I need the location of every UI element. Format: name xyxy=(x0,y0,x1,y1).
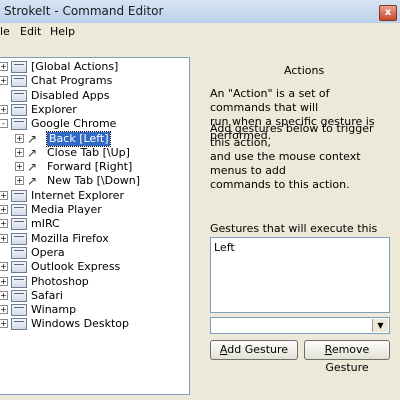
folder-icon xyxy=(11,275,27,288)
menu-edit[interactable]: Edit xyxy=(20,25,41,38)
expand-icon[interactable]: + xyxy=(0,290,8,300)
folder-icon xyxy=(11,61,27,73)
tree-item[interactable]: Disabled Apps xyxy=(0,89,189,103)
expand-icon[interactable]: + xyxy=(0,276,8,286)
folder-icon xyxy=(11,118,27,131)
tree-item[interactable]: + ↗ Forward [Right] xyxy=(0,160,189,174)
tree-item-label: [Global Actions] xyxy=(31,60,119,73)
tree-item-label: Back [Left] xyxy=(45,130,112,147)
dropdown-arrow-icon[interactable]: ▼ xyxy=(372,319,388,332)
tree-item-label: Opera xyxy=(31,245,65,259)
command-editor-window: StrokeIt - Command Editor x le Edit Help… xyxy=(0,0,400,400)
tree-item-label: Internet Explorer xyxy=(31,188,124,202)
expand-icon[interactable]: + xyxy=(0,262,8,272)
gesture-icon: ↗ xyxy=(27,174,38,189)
folder-icon xyxy=(11,232,27,245)
tree-item[interactable]: + Chat Programs xyxy=(0,74,189,88)
expand-icon[interactable]: + xyxy=(0,233,8,243)
tree-item-label: New Tab [\Down] xyxy=(47,174,141,188)
folder-icon xyxy=(11,289,27,302)
tree-item-label: Chat Programs xyxy=(31,74,113,88)
tree-item-label: Winamp xyxy=(31,303,77,317)
expand-icon[interactable]: + xyxy=(0,62,8,71)
folder-icon xyxy=(11,218,27,231)
folder-icon xyxy=(11,204,27,216)
tree-item[interactable]: - Google Chrome xyxy=(0,117,189,131)
expand-icon[interactable]: + xyxy=(0,319,8,329)
tree-item[interactable]: + ↗ Close Tab [\Up] xyxy=(0,146,189,160)
folder-icon xyxy=(11,89,27,102)
tree-item[interactable]: + Media Player xyxy=(0,203,189,217)
tree-item[interactable]: + Windows Desktop xyxy=(0,317,189,331)
remove-gesture-label: emove Gesture xyxy=(325,343,370,374)
menu-help[interactable]: Help xyxy=(50,25,75,38)
tree-item[interactable]: + Explorer xyxy=(0,103,189,117)
folder-icon xyxy=(11,103,27,116)
desc-line: An "Action" is a set of commands that wi… xyxy=(210,87,330,114)
tree-item-label: Photoshop xyxy=(31,274,89,288)
folder-icon xyxy=(11,304,27,317)
expand-icon[interactable]: + xyxy=(0,305,8,315)
tree-item-label: Google Chrome xyxy=(31,117,117,131)
tree-item[interactable]: + ↗ New Tab [\Down] xyxy=(0,174,189,188)
tree-item[interactable]: + mIRC xyxy=(0,217,189,231)
gesture-list-item[interactable]: Left xyxy=(214,241,235,254)
expand-icon[interactable]: + xyxy=(0,205,8,214)
tree-item-label: mIRC xyxy=(31,217,60,231)
tree-item-label: Disabled Apps xyxy=(31,88,110,102)
panel-title: Actions xyxy=(284,64,325,77)
folder-icon xyxy=(11,75,27,88)
expand-icon[interactable]: + xyxy=(0,190,8,200)
tree-item-label: Outlook Express xyxy=(31,260,121,274)
tree-item[interactable]: Opera xyxy=(0,246,189,260)
add-gesture-label: dd Gesture xyxy=(227,343,289,356)
menu-bar: le Edit Help xyxy=(0,23,400,42)
expand-icon[interactable]: + xyxy=(0,104,8,114)
expand-icon[interactable]: + xyxy=(0,219,8,229)
tree-item-label: Explorer xyxy=(31,102,77,116)
expand-icon[interactable]: + xyxy=(15,176,24,186)
tree-item[interactable]: + Mozilla Firefox xyxy=(0,232,189,246)
gesture-select[interactable]: ▼ xyxy=(210,317,390,334)
add-gesture-button[interactable]: Add Gesture xyxy=(210,340,298,360)
close-button[interactable]: x xyxy=(379,5,397,21)
collapse-icon[interactable]: - xyxy=(0,119,8,129)
tree-item-label: Mozilla Firefox xyxy=(31,231,109,245)
tree-item[interactable]: + Outlook Express xyxy=(0,260,189,274)
title-bar[interactable]: StrokeIt - Command Editor x xyxy=(0,0,400,24)
actions-description-2: Add gestures below to trigger this actio… xyxy=(210,122,390,192)
folder-icon xyxy=(11,246,27,259)
tree-item-label: Windows Desktop xyxy=(31,317,129,331)
expand-icon[interactable]: + xyxy=(15,133,24,143)
remove-gesture-button[interactable]: Remove Gesture xyxy=(304,340,390,374)
expand-icon[interactable]: + xyxy=(0,76,8,86)
desc-line: commands to this action. xyxy=(210,178,350,191)
tree-item[interactable]: + Internet Explorer xyxy=(0,189,189,203)
folder-icon xyxy=(11,318,27,331)
gestures-listbox[interactable]: Left xyxy=(210,237,390,313)
folder-icon xyxy=(11,189,27,202)
expand-icon[interactable]: + xyxy=(15,147,24,157)
window-title: StrokeIt - Command Editor xyxy=(4,4,164,18)
desc-line: Add gestures below to trigger this actio… xyxy=(210,122,374,149)
expand-icon[interactable]: + xyxy=(15,162,24,172)
action-tree[interactable]: + [Global Actions] + Chat Programs Disabled … xyxy=(0,57,190,395)
tree-item-label: Safari xyxy=(31,288,63,302)
tree-item[interactable]: + Safari xyxy=(0,289,189,303)
tree-item[interactable]: + [Global Actions] xyxy=(0,60,189,74)
tree-item-label: Close Tab [\Up] xyxy=(47,145,130,159)
gesture-icon: ↗ xyxy=(27,160,38,175)
tree-item[interactable]: + ↗ Back [Left] xyxy=(0,130,189,147)
remove-gesture-mnemonic: R xyxy=(324,343,332,356)
gesture-icon: ↗ xyxy=(27,131,38,146)
gesture-icon: ↗ xyxy=(27,145,38,160)
tree-item-label: Media Player xyxy=(31,203,102,216)
tree-item-label: Forward [Right] xyxy=(47,160,133,174)
menu-file[interactable]: le xyxy=(0,25,10,38)
folder-icon xyxy=(11,261,27,274)
tree-item[interactable]: + Photoshop xyxy=(0,275,189,289)
desc-line: and use the mouse context menus to add xyxy=(210,150,361,177)
tree-item[interactable]: + Winamp xyxy=(0,303,189,317)
